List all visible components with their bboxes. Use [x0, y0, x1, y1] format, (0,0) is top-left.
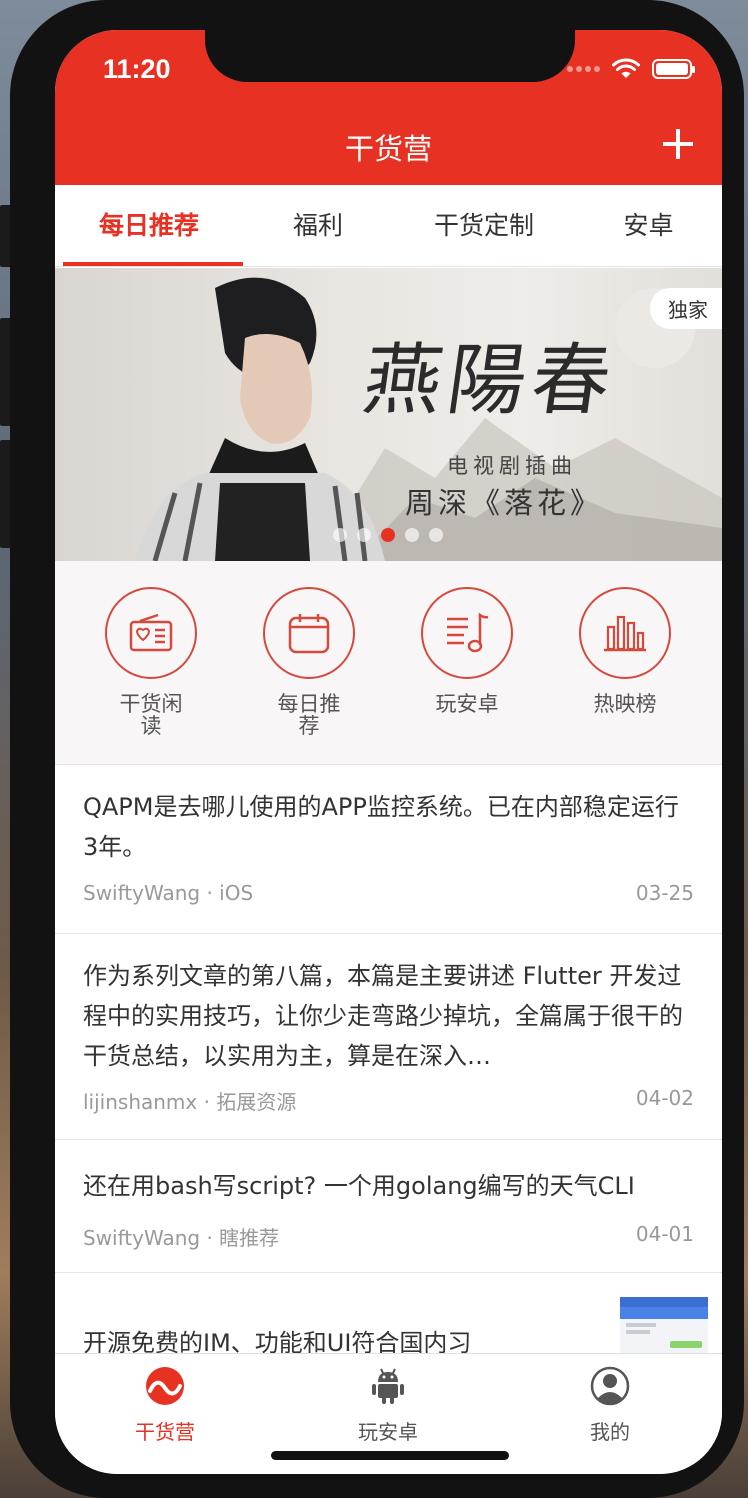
home-indicator[interactable]: [271, 1451, 509, 1460]
banner-carousel[interactable]: 独家 燕陽春 电视剧插曲 周深《落花》: [55, 268, 722, 561]
article-list: QAPM是去哪儿使用的APP监控系统。已在内部稳定运行3年。 SwiftyWan…: [55, 765, 722, 1393]
notch: [205, 30, 575, 82]
status-time: 11:20: [103, 54, 171, 84]
tabbar-label: 玩安卓: [358, 1420, 418, 1444]
tabbar-label: 干货营: [135, 1420, 195, 1444]
tabbar-label: 我的: [590, 1420, 630, 1444]
banner-title: 燕陽春: [357, 336, 623, 426]
carousel-dot-active[interactable]: [381, 528, 395, 542]
quick-link-android[interactable]: 玩安卓: [417, 587, 517, 715]
tab-android[interactable]: 安卓: [575, 185, 722, 266]
user-icon: [590, 1366, 630, 1406]
carousel-dot[interactable]: [357, 528, 371, 542]
article-meta: SwiftyWang · 瞎推荐: [83, 1226, 280, 1250]
battery-icon: [652, 59, 695, 79]
status-icons: [567, 58, 695, 80]
tab-welfare[interactable]: 福利: [243, 185, 393, 266]
android-icon: [372, 1368, 404, 1404]
carousel-dot[interactable]: [405, 528, 419, 542]
quick-link-label: 热映榜: [593, 692, 657, 716]
banner-caption: 周深《落花》: [405, 486, 604, 520]
radio-icon: [129, 613, 173, 652]
quick-link-charts[interactable]: 热映榜: [575, 587, 675, 715]
tabbar-item-android[interactable]: 玩安卓: [328, 1366, 448, 1445]
tabbar-item-home[interactable]: 干货营: [105, 1366, 225, 1445]
wifi-icon: [612, 58, 640, 78]
quick-link-label: 每日推荐: [277, 692, 341, 738]
article-date: 03-25: [635, 881, 694, 905]
article-date: 04-01: [635, 1222, 694, 1246]
article-title: 开源免费的IM、功能和UI符合国内习: [83, 1329, 472, 1357]
add-icon[interactable]: [662, 128, 694, 160]
music-list-icon: [447, 612, 489, 653]
phone-frame: 11:20 干货营 每日推荐 福利 干货定制 安卓 独家 燕陽春 电视剧插曲 周…: [10, 0, 744, 1498]
wave-icon: [146, 1367, 184, 1405]
quick-links: 干货闲读 每日推荐 玩安卓 热映榜: [55, 561, 722, 765]
article-title: 还在用bash写script? 一个用golang编写的天气CLI: [83, 1172, 635, 1200]
quick-link-reading[interactable]: 干货闲读: [101, 587, 201, 737]
list-item[interactable]: 作为系列文章的第八篇，本篇是主要讲述 Flutter 开发过程中的实用技巧，让你…: [55, 934, 722, 1140]
article-thumbnail: [620, 1297, 708, 1353]
quick-link-label: 玩安卓: [435, 692, 499, 716]
banner-subtitle: 电视剧插曲: [447, 454, 577, 478]
calendar-icon: [288, 614, 330, 654]
app-screen: 11:20 干货营 每日推荐 福利 干货定制 安卓 独家 燕陽春 电视剧插曲 周…: [55, 30, 722, 1474]
tab-daily[interactable]: 每日推荐: [55, 185, 243, 266]
list-item[interactable]: 还在用bash写script? 一个用golang编写的天气CLI Swifty…: [55, 1140, 722, 1273]
article-title: QAPM是去哪儿使用的APP监控系统。已在内部稳定运行3年。: [83, 793, 679, 861]
quick-link-daily[interactable]: 每日推荐: [259, 587, 359, 737]
article-meta: SwiftyWang · iOS: [83, 881, 254, 905]
article-meta: lijinshanmx · 拓展资源: [83, 1090, 297, 1114]
bar-chart-icon: [604, 615, 646, 652]
carousel-dot[interactable]: [333, 528, 347, 542]
tab-custom[interactable]: 干货定制: [393, 185, 575, 266]
list-item[interactable]: QAPM是去哪儿使用的APP监控系统。已在内部稳定运行3年。 SwiftyWan…: [55, 765, 722, 934]
carousel-dot[interactable]: [429, 528, 443, 542]
tabbar-item-profile[interactable]: 我的: [550, 1366, 670, 1445]
article-date: 04-02: [635, 1086, 694, 1110]
carousel-indicator: [333, 528, 443, 542]
exclusive-badge: 独家: [650, 288, 722, 329]
quick-link-label: 干货闲读: [119, 692, 183, 738]
signal-icon: [567, 66, 600, 72]
category-tabs: 每日推荐 福利 干货定制 安卓: [55, 185, 722, 267]
page-title: 干货营: [344, 132, 432, 166]
article-title: 作为系列文章的第八篇，本篇是主要讲述 Flutter 开发过程中的实用技巧，让你…: [83, 962, 683, 1070]
singer-photo: [135, 277, 385, 561]
